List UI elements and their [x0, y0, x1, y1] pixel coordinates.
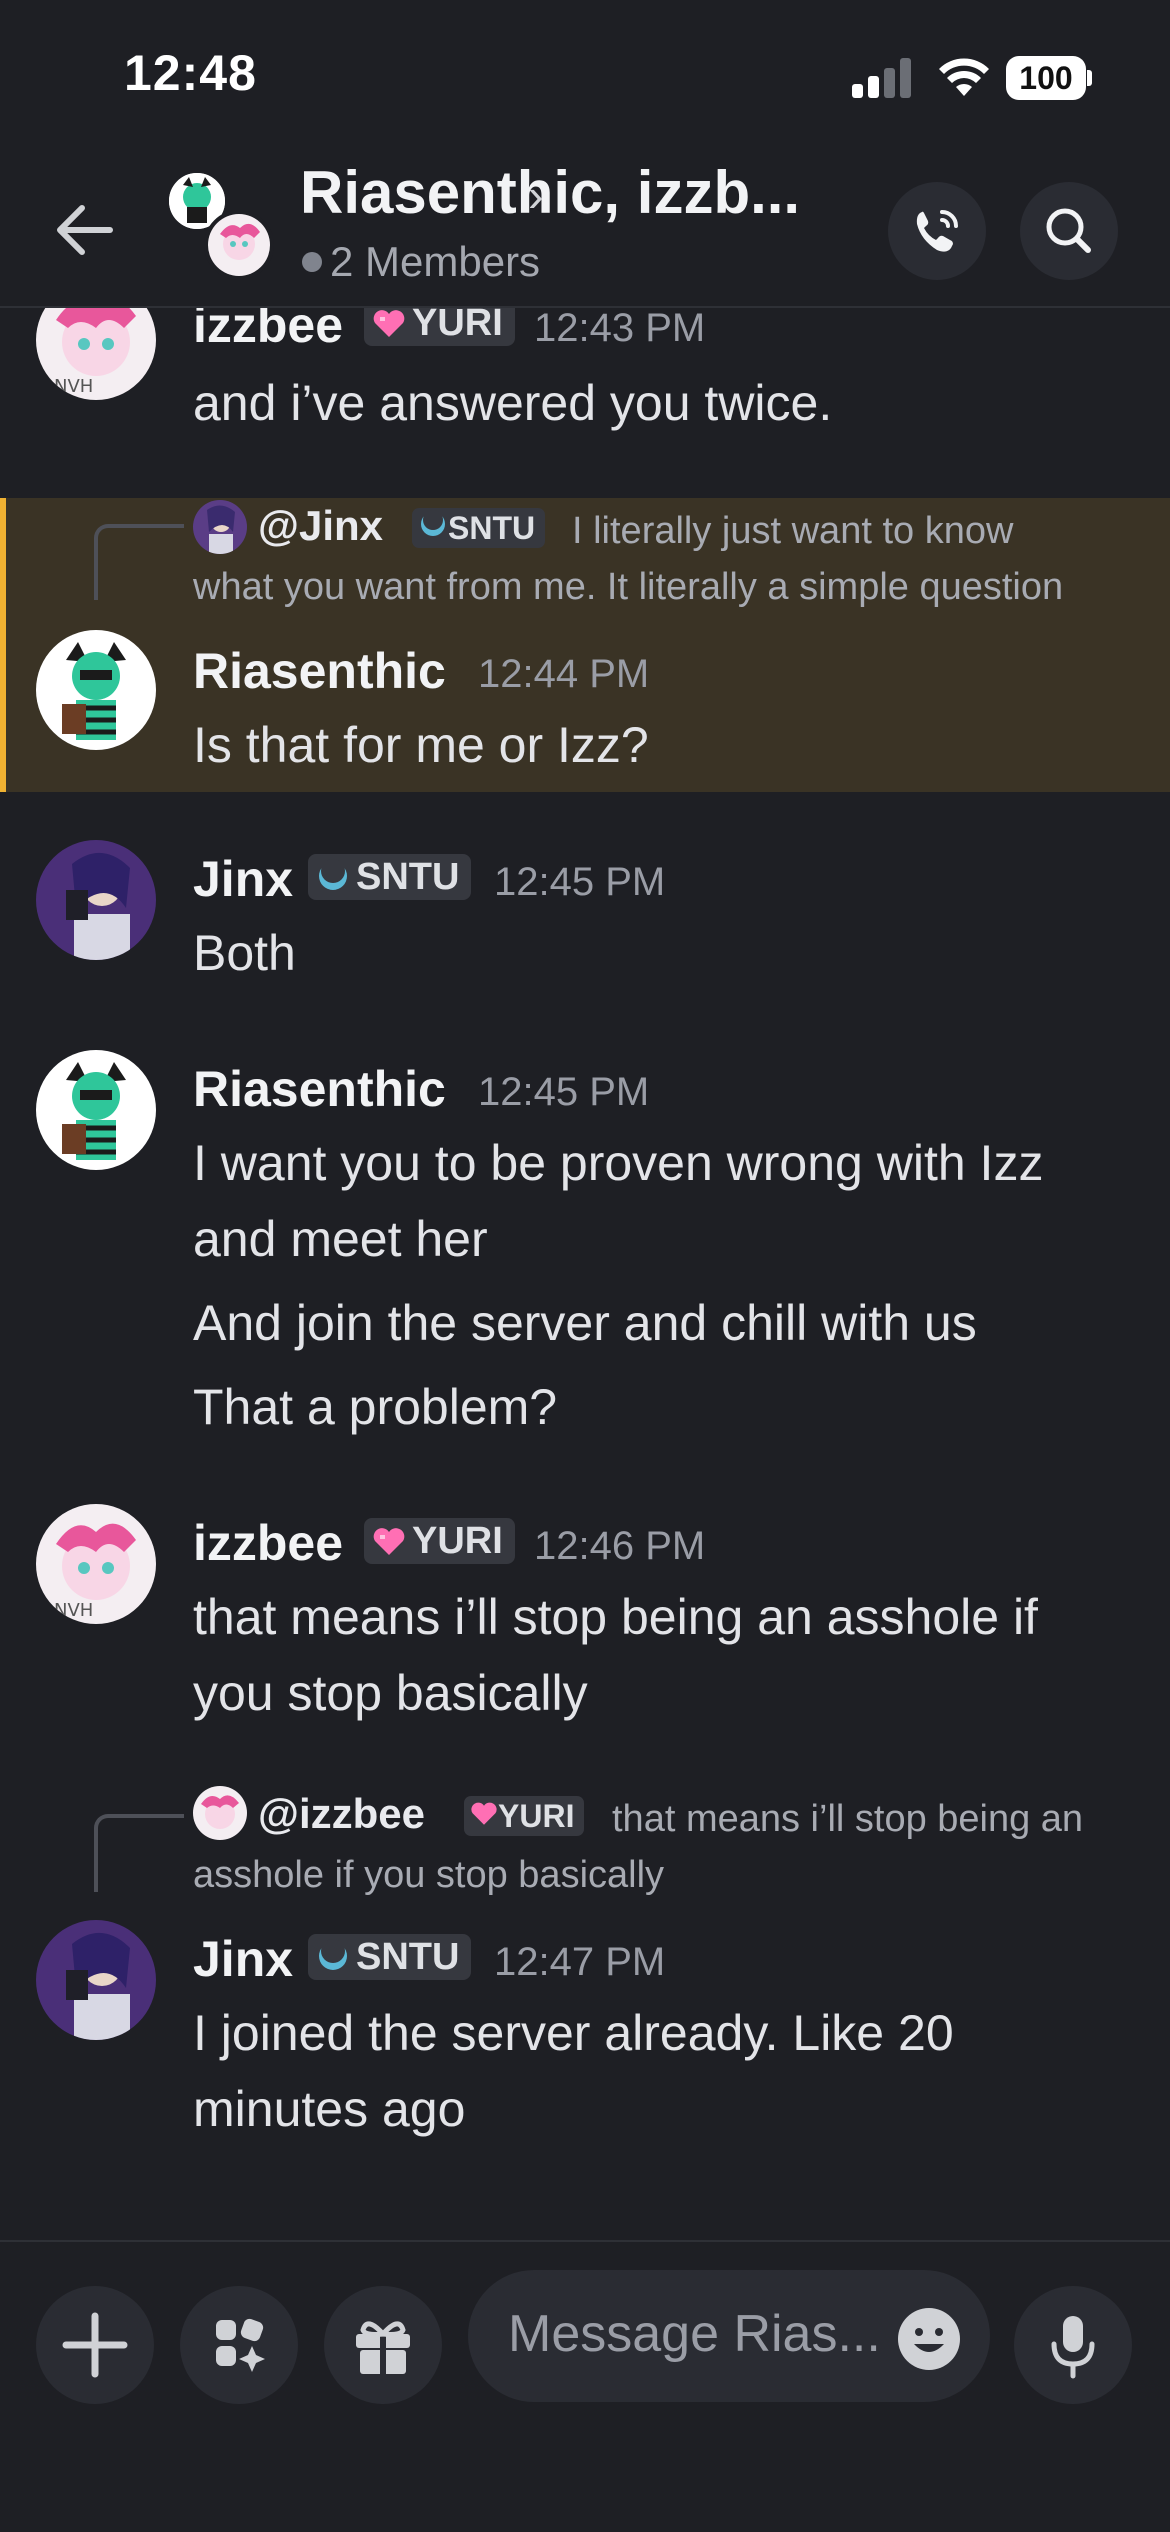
microphone-icon: [1051, 2316, 1095, 2379]
member-count: 2 Members: [302, 238, 540, 286]
status-dot: [302, 252, 322, 272]
mention-bar: [0, 498, 6, 792]
composer-bar: Message Rias...: [0, 2240, 1170, 2532]
page-title: Riasenthic, izzb...: [300, 159, 801, 226]
avatar-jinx[interactable]: [36, 1920, 156, 2040]
role-tag-label: YURI: [412, 308, 503, 344]
message-input-placeholder: Message Rias...: [508, 2305, 881, 2363]
avatar-izzbee[interactable]: NVH: [36, 1504, 156, 1624]
reply-role-tag-label: YURI: [498, 1798, 575, 1834]
author-name[interactable]: izzbee: [193, 1514, 343, 1572]
avatar-izzbee[interactable]: NVH: [36, 308, 156, 400]
channel-header: Riasenthic, izzb... › 2 Members: [0, 150, 1170, 308]
role-tag: SNTU: [308, 1934, 472, 1980]
avatar-riasenthic[interactable]: [36, 630, 156, 750]
emoji-icon[interactable]: [896, 2306, 962, 2372]
svg-text:NVH: NVH: [54, 1600, 93, 1621]
role-tag-label: YURI: [412, 1520, 503, 1562]
reply-role-tag: SNTU: [412, 508, 546, 548]
plus-icon: [62, 2312, 128, 2378]
message-text: you stop basically: [193, 1665, 588, 1721]
gift-icon: [356, 2321, 410, 2374]
status-time: 12:48: [124, 45, 257, 101]
status-bar: 12:48 100: [0, 0, 1170, 150]
apps-button[interactable]: [180, 2286, 298, 2404]
cellular-signal-icon: [852, 58, 914, 98]
author-name[interactable]: Riasenthic: [193, 1060, 446, 1118]
phone-call-icon: [916, 210, 958, 252]
timestamp: 12:47 PM: [494, 1940, 666, 1984]
heart-icon: [470, 1798, 498, 1834]
message-text: and meet her: [193, 1211, 488, 1267]
chevron-right-icon[interactable]: ›: [528, 168, 543, 222]
search-button[interactable]: [1020, 182, 1118, 280]
author-name[interactable]: Riasenthic: [193, 642, 446, 700]
reply-connector: [94, 1814, 184, 1892]
wifi-icon: [939, 58, 989, 96]
reply-preview: that means i’ll stop being an: [612, 1798, 1084, 1840]
reply-role-tag: YURI: [464, 1796, 585, 1836]
message-text: that means i’ll stop being an asshole if: [193, 1589, 1038, 1645]
svg-text:NVH: NVH: [54, 376, 93, 397]
message-input[interactable]: Message Rias...: [468, 2270, 990, 2402]
group-avatar[interactable]: [166, 170, 276, 280]
reply-preview: I literally just want to know: [572, 510, 1014, 552]
reply-avatar: [193, 1786, 247, 1840]
apps-icon: [216, 2318, 265, 2372]
avatar-jinx[interactable]: [36, 840, 156, 960]
moon-icon: [418, 510, 448, 546]
message-text: That a problem?: [193, 1379, 558, 1435]
channel-title[interactable]: Riasenthic, izzb...: [300, 158, 800, 227]
reply-preview: asshole if you stop basically: [193, 1854, 665, 1896]
call-button[interactable]: [888, 182, 986, 280]
reply-role-tag-label: SNTU: [448, 510, 536, 546]
author-name[interactable]: Jinx: [193, 850, 293, 908]
author-name[interactable]: Jinx: [193, 1930, 293, 1988]
reply-author[interactable]: @izzbee: [258, 1790, 425, 1838]
attach-button[interactable]: [36, 2286, 154, 2404]
avatar-riasenthic[interactable]: [36, 1050, 156, 1170]
timestamp: 12:43 PM: [534, 308, 706, 350]
reply-author[interactable]: @Jinx: [258, 502, 383, 550]
search-icon: [1046, 208, 1091, 253]
message-text: Is that for me or Izz?: [193, 717, 649, 773]
reply-avatar: [193, 500, 247, 554]
role-tag: YURI: [364, 308, 515, 346]
battery-level: 100: [1006, 56, 1086, 100]
message-list[interactable]: NVH izzbee YURI 12:43 PM and i’ve answer…: [0, 308, 1170, 2240]
avatar: [204, 210, 274, 280]
member-count-text: 2 Members: [330, 238, 541, 285]
role-tag-label: SNTU: [356, 856, 460, 898]
message-text: I want you to be proven wrong with Izz: [193, 1135, 1044, 1191]
message-text: and i’ve answered you twice.: [193, 375, 833, 431]
gift-button[interactable]: [324, 2286, 442, 2404]
message-text: minutes ago: [193, 2081, 466, 2137]
moon-icon: [316, 858, 350, 904]
role-tag: SNTU: [308, 854, 472, 900]
role-tag: YURI: [364, 1518, 515, 1564]
battery-icon: 100: [1006, 56, 1092, 100]
author-name[interactable]: izzbee: [193, 308, 343, 354]
message-text: I joined the server already. Like 20: [193, 2005, 954, 2061]
message-text: And join the server and chill with us: [193, 1295, 977, 1351]
reply-connector: [94, 524, 184, 600]
timestamp: 12:45 PM: [494, 860, 666, 904]
role-tag-label: SNTU: [356, 1936, 460, 1978]
reply-preview: what you want from me. It literally a si…: [193, 566, 1064, 608]
heart-icon: [372, 1522, 406, 1568]
back-arrow-icon[interactable]: [48, 194, 120, 266]
heart-icon: [372, 308, 406, 350]
voice-message-button[interactable]: [1014, 2286, 1132, 2404]
timestamp: 12:45 PM: [478, 1070, 650, 1114]
message-text: Both: [193, 925, 296, 981]
timestamp: 12:44 PM: [478, 652, 650, 696]
timestamp: 12:46 PM: [534, 1524, 706, 1568]
moon-icon: [316, 1938, 350, 1984]
